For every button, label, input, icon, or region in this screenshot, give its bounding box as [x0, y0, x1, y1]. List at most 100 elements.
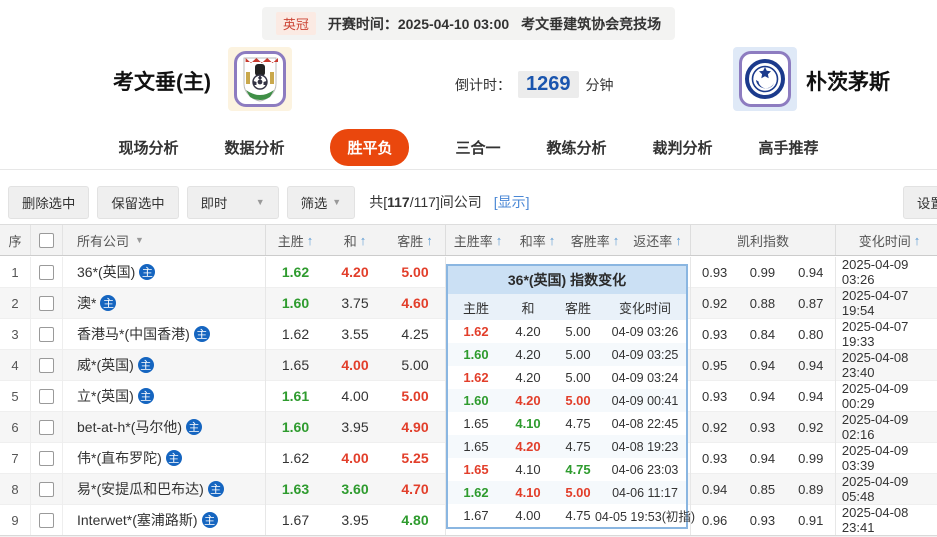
company-cell[interactable]: 香港马*(中国香港) 主: [62, 318, 265, 350]
tab-expert-recommend[interactable]: 高手推荐: [759, 137, 819, 158]
company-cell[interactable]: 立*(英国) 主: [62, 380, 265, 412]
tab-live-analysis[interactable]: 现场分析: [118, 137, 178, 158]
tab-win-draw-lose[interactable]: 胜平负: [330, 129, 410, 166]
company-count: 共[117/117]间公司: [369, 194, 482, 210]
popup-row: 1.65 4.20 4.75 04-08 19:23: [448, 435, 686, 458]
row-checkbox[interactable]: [39, 419, 54, 435]
kelly-home: 0.93: [690, 442, 738, 474]
row-checkbox[interactable]: [39, 512, 54, 528]
row-checkbox[interactable]: [39, 450, 54, 466]
kelly-home: 0.96: [690, 504, 738, 536]
draw-odds: 4.20: [341, 264, 369, 280]
tab-data-analysis[interactable]: 数据分析: [224, 137, 284, 158]
header-kelly: 凯利指数: [690, 225, 835, 255]
popup-header-away: 客胜: [564, 300, 591, 316]
draw-odds: 3.55: [341, 326, 369, 342]
popup-away-odds: 4.75: [565, 416, 591, 431]
draw-odds: 4.00: [341, 388, 369, 404]
chevron-down-icon: ▼: [332, 197, 342, 207]
row-checkbox-cell: [30, 504, 62, 536]
row-checkbox[interactable]: [39, 295, 54, 311]
home-tag-icon: 主: [201, 512, 218, 528]
tab-three-in-one[interactable]: 三合一: [455, 137, 500, 158]
row-checkbox-cell: [30, 287, 62, 319]
company-name: 易*(安提瓜和巴布达): [77, 481, 204, 497]
company-cell[interactable]: 威*(英国) 主: [62, 349, 265, 381]
draw-odds: 3.95: [341, 512, 369, 528]
home-tag-icon: 主: [137, 357, 154, 373]
odds-mode-value: 即时: [200, 195, 228, 211]
row-checkbox[interactable]: [39, 264, 54, 280]
away-team-name: 朴茨茅斯: [806, 71, 890, 94]
row-index: 3: [11, 326, 19, 342]
popup-header-home: 主胜: [462, 300, 489, 316]
popup-home-odds: 1.65: [463, 462, 489, 477]
row-checkbox[interactable]: [39, 481, 54, 497]
row-checkbox[interactable]: [39, 388, 54, 404]
home-team-logo: [228, 47, 292, 111]
match-info-bar: 英冠 开赛时间：2025-04-10 03:00 考文垂建筑协会竞技场: [0, 7, 937, 40]
show-link[interactable]: [显示]: [494, 192, 530, 212]
popup-away-odds: 5.00: [565, 347, 591, 362]
row-index: 2: [11, 295, 19, 311]
row-checkbox[interactable]: [39, 326, 54, 342]
header-change-time[interactable]: 变化时间 ↑: [835, 225, 937, 255]
company-cell[interactable]: 伟*(直布罗陀) 主: [62, 442, 265, 474]
away-odds: 4.25: [401, 326, 429, 342]
popup-change-time: 04-06 23:03: [611, 462, 679, 477]
kelly-away: 0.94: [798, 388, 824, 404]
popup-row: 1.65 4.10 4.75 04-08 22:45: [448, 412, 686, 435]
popup-change-time: 04-09 00:41: [611, 393, 679, 408]
kelly-away: 0.87: [798, 295, 824, 311]
header-home-odds[interactable]: 主胜 ↑: [265, 225, 325, 255]
away-odds: 4.60: [401, 295, 429, 311]
filter-dropdown[interactable]: 筛选 ▼: [286, 185, 356, 219]
settings-button[interactable]: 设置/选择: [903, 186, 937, 219]
popup-draw-odds: 4.20: [515, 324, 541, 339]
company-cell[interactable]: 36*(英国) 主: [62, 256, 265, 288]
countdown-label: 倒计时：: [455, 76, 511, 93]
company-cell[interactable]: Interwet*(塞浦路斯) 主: [62, 504, 265, 536]
home-odds: 1.60: [265, 411, 325, 443]
home-team-name: 考文垂(主): [113, 71, 211, 94]
popup-home-odds: 1.62: [463, 370, 489, 385]
delete-selected-button[interactable]: 删除选中: [8, 185, 90, 219]
row-checkbox[interactable]: [39, 357, 54, 373]
company-cell[interactable]: 易*(安提瓜和巴布达) 主: [62, 473, 265, 505]
home-tag-icon: 主: [207, 481, 224, 497]
company-cell[interactable]: bet-at-h*(马尔他) 主: [62, 411, 265, 443]
draw-odds: 3.75: [341, 295, 369, 311]
company-name: 伟*(直布罗陀): [77, 450, 162, 466]
company-cell[interactable]: 澳* 主: [62, 287, 265, 319]
row-checkbox-cell: [30, 318, 62, 350]
header-draw-rate[interactable]: 和率 ↑: [510, 225, 565, 255]
home-tag-icon: 主: [100, 295, 117, 311]
countdown-value: 1269: [518, 71, 579, 98]
header-return-rate[interactable]: 返还率 ↑: [625, 225, 690, 255]
away-odds: 5.00: [401, 388, 429, 404]
keep-selected-button[interactable]: 保留选中: [97, 185, 179, 219]
odds-mode-dropdown[interactable]: 即时 ▼: [186, 185, 279, 219]
tab-referee-analysis[interactable]: 裁判分析: [653, 137, 713, 158]
popup-draw-odds: 4.00: [515, 508, 541, 523]
kelly-home: 0.93: [690, 256, 738, 288]
popup-away-odds: 5.00: [565, 370, 591, 385]
row-index: 5: [11, 388, 19, 404]
home-odds: 1.62: [265, 442, 325, 474]
kelly-home: 0.93: [690, 318, 738, 350]
tab-coach-analysis[interactable]: 教练分析: [547, 137, 607, 158]
coventry-crest-icon: [243, 57, 278, 102]
popup-away-odds: 4.75: [565, 462, 591, 477]
kelly-draw: 0.85: [749, 481, 776, 497]
header-company[interactable]: 所有公司 ▼: [62, 225, 265, 255]
header-away-rate[interactable]: 客胜率 ↑: [565, 225, 625, 255]
header-away-odds[interactable]: 客胜 ↑: [385, 225, 445, 255]
analysis-tabs: 现场分析 数据分析 胜平负 三合一 教练分析 裁判分析 高手推荐: [0, 126, 937, 170]
header-draw-odds[interactable]: 和 ↑: [325, 225, 385, 255]
popup-row: 1.65 4.10 4.75 04-06 23:03: [448, 458, 686, 481]
change-time: 2025-04-09 05:48: [834, 473, 937, 505]
kelly-away: 0.94: [798, 357, 824, 373]
select-all-checkbox[interactable]: [39, 232, 54, 248]
header-home-rate[interactable]: 主胜率 ↑: [445, 225, 510, 255]
company-name: 威*(英国): [77, 357, 134, 373]
